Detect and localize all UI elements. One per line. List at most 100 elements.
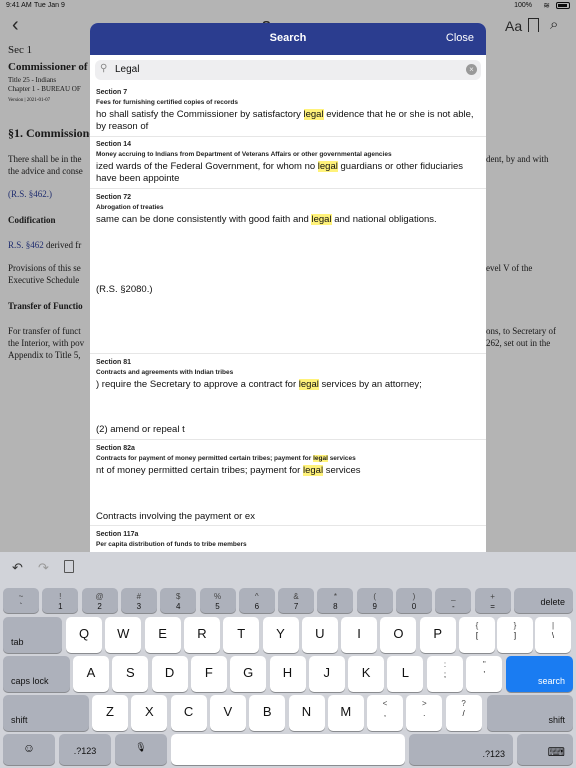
key-char: F (204, 665, 213, 680)
key-i[interactable]: I (341, 617, 378, 653)
result-item[interactable]: Section 72 Abrogation of treaties same c… (90, 189, 486, 354)
search-key[interactable]: search (506, 656, 573, 692)
key-shift-char: $ (175, 592, 181, 601)
key-shift-char: < (382, 699, 388, 708)
key-e[interactable]: E (144, 617, 181, 653)
key-char: 4 (175, 602, 181, 611)
key-o[interactable]: O (380, 617, 417, 653)
emoji-key[interactable]: ☺ (3, 734, 55, 765)
key-char: T (237, 626, 246, 641)
key-char: M (340, 704, 352, 719)
key-sym[interactable]: >. (406, 695, 443, 731)
key-sym[interactable]: | \ (535, 617, 571, 653)
key-4[interactable]: $4 (160, 588, 197, 613)
key-t[interactable]: T (223, 617, 260, 653)
mic-key[interactable]: 🎙 (115, 734, 167, 765)
key-shift-char: ! (59, 592, 62, 601)
search-input[interactable]: ⚲ Legal × (95, 60, 481, 80)
key-9[interactable]: (9 (356, 588, 393, 613)
key-char: 5 (215, 602, 220, 611)
key-h[interactable]: H (269, 656, 306, 692)
key-char: ` (19, 602, 23, 611)
key-sym[interactable]: " ' (466, 656, 503, 692)
key-b[interactable]: B (249, 695, 286, 731)
caps-lock-key[interactable]: caps lock (3, 656, 70, 692)
key-r[interactable]: R (183, 617, 220, 653)
key-1[interactable]: ! 1 (42, 588, 79, 613)
key-sym[interactable]: {[ (459, 617, 495, 653)
key-g[interactable]: G (230, 656, 267, 692)
result-item[interactable]: Section 117a Per capita distribution of … (90, 526, 486, 552)
redo-icon[interactable]: ↷ (38, 560, 49, 576)
key-0[interactable]: ) 0 (396, 588, 432, 613)
numbers-key-left[interactable]: .?123 (59, 734, 111, 765)
space-key[interactable] (171, 734, 405, 765)
key-s[interactable]: S (112, 656, 149, 692)
result-heading: Fees for furnishing certified copies of … (96, 99, 238, 106)
key-shift-char: } (513, 621, 517, 630)
magnifier-icon: ⚲ (100, 63, 108, 74)
key-3[interactable]: #3 (120, 588, 157, 613)
result-item[interactable]: Section 82a Contracts for payment of mon… (90, 440, 486, 526)
key-shift-char: + (490, 592, 495, 601)
clear-icon[interactable]: × (466, 64, 477, 75)
key-y[interactable]: Y (262, 617, 299, 653)
key--[interactable]: _ - (435, 588, 472, 613)
key-char: S (125, 665, 135, 680)
key-v[interactable]: V (209, 695, 246, 731)
result-heading: Contracts and agreements with Indian tri… (96, 369, 234, 376)
result-section: Section 14 (96, 141, 132, 148)
key-7[interactable]: & 7 (278, 588, 315, 613)
result-item[interactable]: Section 14 Money accruing to Indians fro… (90, 137, 486, 189)
key-char: = (490, 602, 495, 611)
shift-left-key[interactable]: shift (3, 695, 89, 731)
key-j[interactable]: J (308, 656, 345, 692)
search-query[interactable]: Legal (115, 64, 139, 75)
key-sym[interactable]: ? / (445, 695, 482, 731)
delete-key[interactable]: delete (514, 588, 573, 613)
paste-icon[interactable] (64, 560, 74, 573)
key-5[interactable]: % 5 (199, 588, 236, 613)
key-2[interactable]: @2 (81, 588, 118, 613)
key-k[interactable]: K (348, 656, 385, 692)
key-shift-char: % (213, 592, 222, 601)
numbers-key-right[interactable]: .?123 (409, 734, 513, 765)
snippet-highlight: legal (298, 379, 319, 390)
key-z[interactable]: Z (92, 695, 128, 731)
result-item[interactable]: Section 7 Fees for furnishing certified … (90, 85, 486, 137)
shift-right-key[interactable]: shift (487, 695, 573, 731)
key-x[interactable]: X (131, 695, 168, 731)
key-l[interactable]: L (387, 656, 424, 692)
key-char: C (183, 704, 194, 719)
key-6[interactable]: ^ 6 (238, 588, 275, 613)
key-sym[interactable]: <, (367, 695, 403, 731)
key-q[interactable]: Q (66, 617, 102, 653)
key-f[interactable]: F (190, 656, 227, 692)
key-char: L (401, 665, 409, 680)
key-=[interactable]: + = (474, 588, 511, 613)
key-w[interactable]: W (105, 617, 142, 653)
undo-icon[interactable]: ↶ (12, 560, 23, 576)
key-`[interactable]: ~ ` (3, 588, 39, 613)
key-m[interactable]: M (327, 695, 364, 731)
key-sym[interactable]: :; (427, 656, 463, 692)
search-modal: Search Close ⚲ Legal × Section 7 Fees fo… (90, 23, 486, 552)
key-p[interactable]: P (419, 617, 456, 653)
close-button[interactable]: Close (446, 32, 474, 44)
tab-key[interactable]: tab (3, 617, 62, 653)
key-a[interactable]: A (73, 656, 109, 692)
key-char: Y (276, 626, 285, 641)
result-section: Section 7 (96, 89, 128, 96)
key-c[interactable]: C (170, 695, 207, 731)
key-8[interactable]: * 8 (317, 588, 354, 613)
key-u[interactable]: U (301, 617, 338, 653)
key-d[interactable]: D (151, 656, 188, 692)
hide-keyboard-key[interactable]: ⌨ (517, 734, 573, 765)
key-shift-char: _ (451, 592, 456, 601)
key-char: V (223, 704, 233, 719)
key-sym[interactable]: }] (497, 617, 533, 653)
result-item[interactable]: Section 81 Contracts and agreements with… (90, 354, 486, 440)
key-n[interactable]: N (288, 695, 325, 731)
result-extra: Contracts involving the payment or ex (96, 511, 255, 522)
key-shift-char: : (443, 660, 447, 669)
